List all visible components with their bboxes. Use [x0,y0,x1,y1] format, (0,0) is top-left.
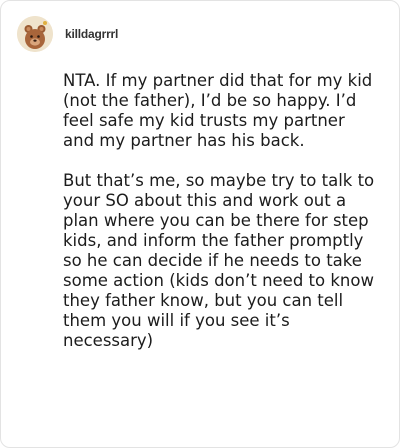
comment-body: NTA. If my partner did that for my kid (… [63,71,379,351]
comment-card: killdagrrrl NTA. If my partner did that … [0,0,400,448]
comment-header: killdagrrrl [17,16,118,52]
comment-paragraph: NTA. If my partner did that for my kid (… [63,71,373,150]
avatar-icon[interactable] [17,16,53,52]
username[interactable]: killdagrrrl [65,27,118,41]
comment-paragraph: But that’s me, so maybe try to talk to y… [63,171,375,350]
